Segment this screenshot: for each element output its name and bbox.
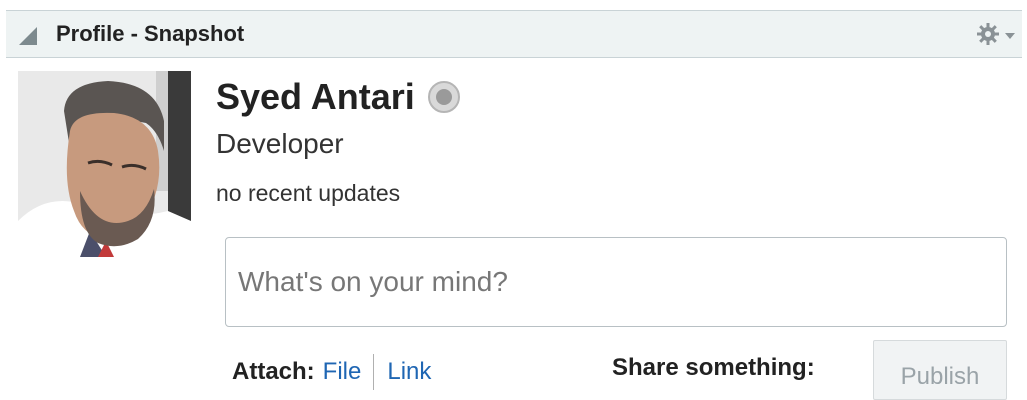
share-label: Share something: xyxy=(612,354,815,381)
post-input[interactable] xyxy=(225,237,1007,327)
avatar[interactable] xyxy=(18,71,191,257)
user-name[interactable]: Syed Antari xyxy=(216,76,461,118)
panel-title: Profile - Snapshot xyxy=(56,21,245,46)
attach-label: Attach: xyxy=(232,358,315,385)
attach-divider xyxy=(373,354,375,390)
presence-status-icon xyxy=(427,81,460,113)
attach-link-link[interactable]: Link xyxy=(387,358,431,386)
collapse-triangle-icon[interactable] xyxy=(17,25,39,47)
publish-button[interactable]: Publish xyxy=(873,340,1007,400)
user-role: Developer xyxy=(216,128,344,159)
gear-dropdown-icon[interactable] xyxy=(974,20,1018,48)
attach-row: Attach: File Link xyxy=(232,354,431,390)
panel-header: Profile - Snapshot xyxy=(6,10,1022,58)
avatar-photo xyxy=(18,71,191,257)
attach-file-link[interactable]: File xyxy=(323,358,362,386)
user-name-text[interactable]: Syed Antari xyxy=(216,76,415,118)
status-text: no recent updates xyxy=(216,180,401,206)
